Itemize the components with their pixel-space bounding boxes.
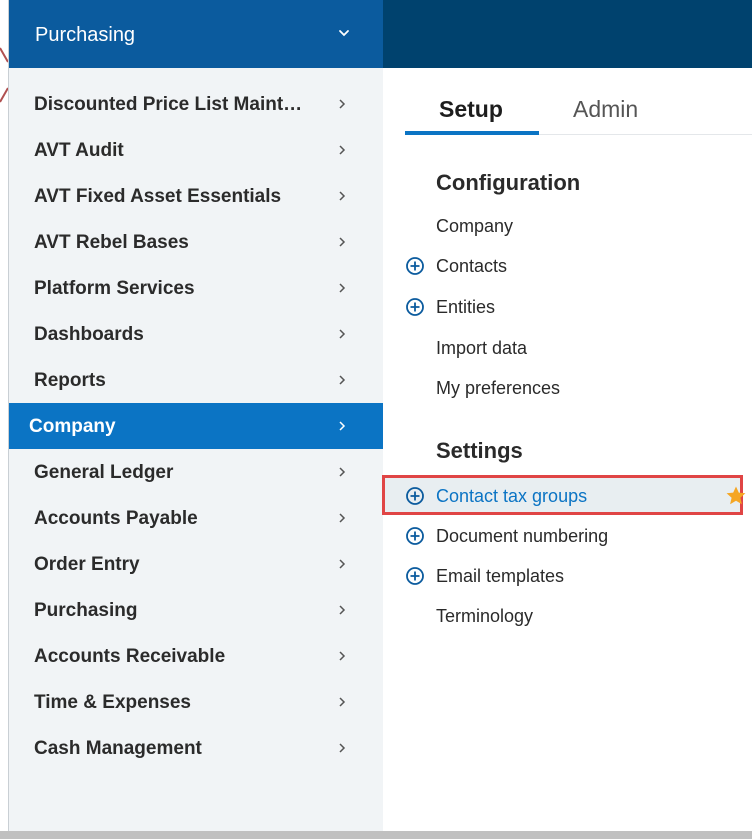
link-contacts[interactable]: Contacts <box>405 249 752 283</box>
link-terminology[interactable]: Terminology <box>405 599 752 633</box>
link-label: My preferences <box>436 378 561 398</box>
chevron-right-icon <box>339 743 346 753</box>
menu-item-label: AVT Fixed Asset Essentials <box>34 186 282 207</box>
chevron-right-icon <box>339 329 346 339</box>
menu-item-platform-services[interactable]: Platform Services <box>9 265 384 311</box>
link-label: Terminology <box>436 606 534 626</box>
tab-admin[interactable]: Admin <box>573 96 638 123</box>
menu-item-cash-management[interactable]: Cash Management <box>9 725 384 771</box>
menu-item-reports[interactable]: Reports <box>9 357 384 403</box>
menu-item-dashboards[interactable]: Dashboards <box>9 311 384 357</box>
menu-item-accounts-receivable[interactable]: Accounts Receivable <box>9 633 384 679</box>
link-label: Import data <box>436 338 528 358</box>
menu-item-label: Purchasing <box>34 600 138 621</box>
menu-item-time-expenses[interactable]: Time & Expenses <box>9 679 384 725</box>
chevron-right-icon <box>339 605 346 615</box>
chevron-right-icon <box>339 421 346 431</box>
chevron-right-icon <box>339 145 346 155</box>
link-company[interactable]: Company <box>405 209 752 243</box>
plus-circle-icon[interactable] <box>405 526 425 546</box>
plus-circle-icon[interactable] <box>405 486 425 506</box>
menu-item-general-ledger[interactable]: General Ledger <box>9 449 384 495</box>
menu-item-avt-rebel-bases[interactable]: AVT Rebel Bases <box>9 219 384 265</box>
module-selector[interactable]: Purchasing <box>9 0 384 68</box>
menu-item-label: Order Entry <box>34 554 140 575</box>
menu-item-label: Dashboards <box>34 324 144 345</box>
menu-item-label: Cash Management <box>34 738 202 759</box>
link-entities[interactable]: Entities <box>405 290 752 324</box>
chevron-right-icon <box>339 651 346 661</box>
module-list: Discounted Price List Maint… AVT Audit A… <box>9 81 384 771</box>
tab-setup[interactable]: Setup <box>439 96 503 123</box>
menu-item-label: Company <box>29 416 116 437</box>
window-edge-decoration <box>0 47 8 103</box>
chevron-right-icon <box>339 191 346 201</box>
link-contact-tax-groups[interactable]: Contact tax groups <box>382 475 746 515</box>
menu-item-purchasing[interactable]: Purchasing <box>9 587 384 633</box>
plus-circle-icon[interactable] <box>405 256 425 276</box>
link-label: Entities <box>436 297 496 317</box>
menu-item-label: Platform Services <box>34 278 195 299</box>
window-bottom-edge <box>0 831 752 839</box>
settings-heading: Settings <box>436 438 523 463</box>
menu-item-avt-fixed-asset[interactable]: AVT Fixed Asset Essentials <box>9 173 384 219</box>
menu-item-label: AVT Audit <box>34 140 124 161</box>
chevron-down-icon[interactable] <box>336 25 352 41</box>
star-icon[interactable] <box>725 485 747 507</box>
module-title: Purchasing <box>35 24 136 46</box>
chevron-right-icon <box>339 559 346 569</box>
link-label: Email templates <box>436 566 565 586</box>
link-label: Contacts <box>436 256 508 276</box>
chevron-right-icon <box>339 513 346 523</box>
menu-item-accounts-payable[interactable]: Accounts Payable <box>9 495 384 541</box>
active-tab-indicator <box>405 131 539 135</box>
chevron-right-icon <box>339 375 346 385</box>
chevron-right-icon <box>339 697 346 707</box>
link-email-templates[interactable]: Email templates <box>405 559 752 593</box>
chevron-right-icon <box>339 283 346 293</box>
configuration-heading: Configuration <box>436 170 581 195</box>
navigation-menu: Purchasing Discounted Price List Maint… … <box>8 0 384 831</box>
menu-item-label: Accounts Payable <box>34 508 198 529</box>
menu-item-discounted-price-list[interactable]: Discounted Price List Maint… <box>9 81 384 127</box>
chevron-right-icon <box>339 237 346 247</box>
menu-item-order-entry[interactable]: Order Entry <box>9 541 384 587</box>
link-my-preferences[interactable]: My preferences <box>405 371 752 405</box>
menu-item-label: Time & Expenses <box>34 692 192 713</box>
link-document-numbering[interactable]: Document numbering <box>405 519 752 553</box>
plus-circle-icon[interactable] <box>405 566 425 586</box>
tab-bar: Setup Admin <box>405 92 752 135</box>
link-import-data[interactable]: Import data <box>405 331 752 365</box>
top-navigation-bar <box>383 0 752 68</box>
menu-item-label: General Ledger <box>34 462 174 483</box>
company-submenu-panel: Setup Admin Configuration Company Contac… <box>382 68 752 839</box>
link-label: Document numbering <box>436 526 609 546</box>
link-label: Contact tax groups <box>436 486 588 506</box>
chevron-right-icon <box>339 99 346 109</box>
menu-item-label: Accounts Receivable <box>34 646 226 667</box>
plus-circle-icon[interactable] <box>405 297 425 317</box>
link-label: Company <box>436 216 514 236</box>
menu-item-label: AVT Rebel Bases <box>34 232 189 253</box>
menu-item-company[interactable]: Company <box>9 403 384 449</box>
menu-item-label: Reports <box>34 370 106 391</box>
menu-item-avt-audit[interactable]: AVT Audit <box>9 127 384 173</box>
chevron-right-icon <box>339 467 346 477</box>
menu-item-label: Discounted Price List Maint… <box>34 94 303 115</box>
